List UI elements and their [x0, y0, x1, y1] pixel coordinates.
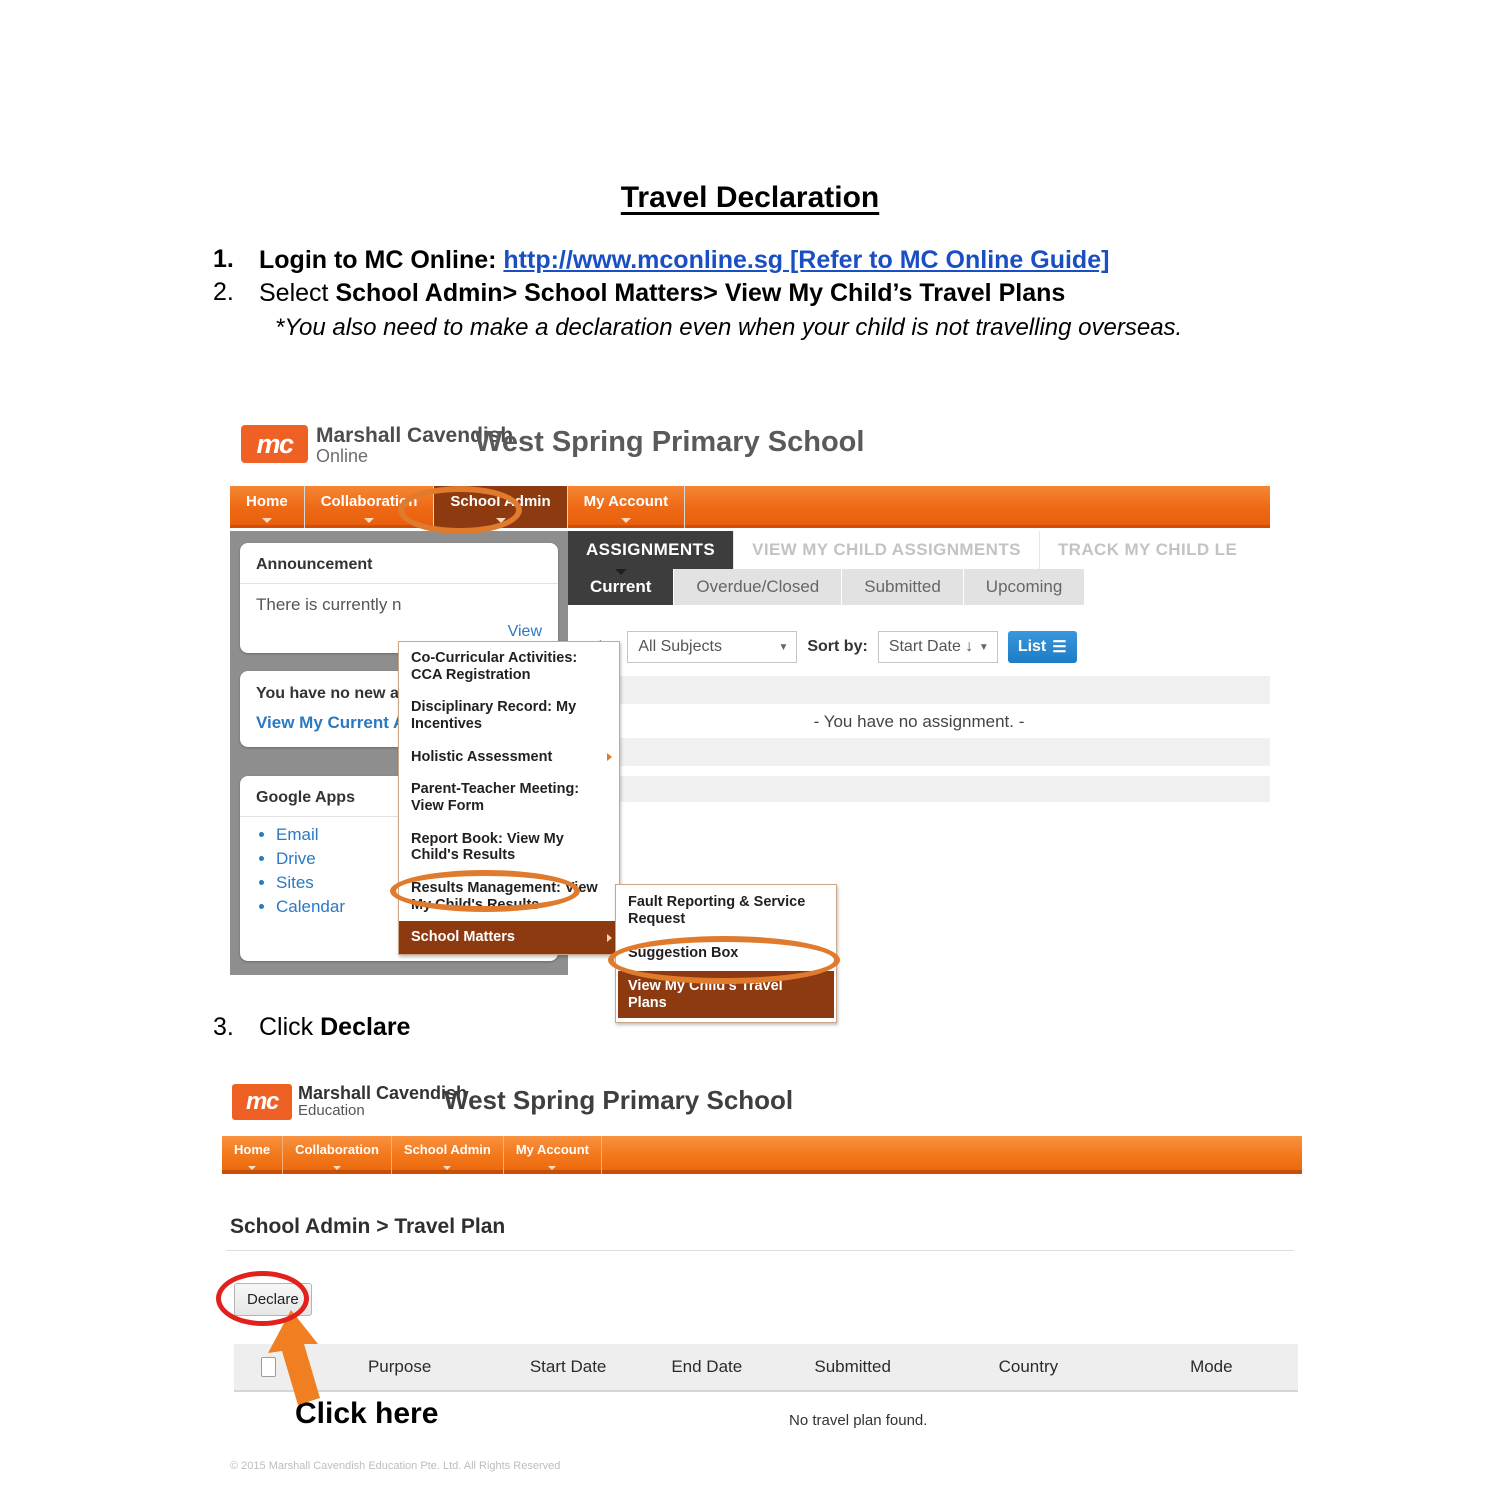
step-2-number: 2. — [213, 278, 234, 307]
submenu-item-fault-reporting[interactable]: Fault Reporting & Service Request — [616, 885, 836, 936]
assignment-subtabs: Current Overdue/Closed Submitted Upcomin… — [568, 569, 1270, 605]
column-header-start-date[interactable]: Start Date — [496, 1357, 640, 1377]
step-3-action: Declare — [320, 1013, 411, 1041]
school-matters-submenu: Fault Reporting & Service Request Sugges… — [615, 884, 837, 1024]
chevron-right-icon — [607, 753, 612, 762]
subtab-submitted[interactable]: Submitted — [842, 569, 964, 605]
submenu-item-view-travel-plans[interactable]: View My Child's Travel Plans — [618, 971, 834, 1019]
nav-item-school-admin[interactable]: School Admin — [392, 1136, 504, 1174]
portal-body: Announcement There is currently n View Y… — [230, 531, 1270, 1024]
tab-view-my-child-assignments[interactable]: VIEW MY CHILD ASSIGNMENTS — [733, 531, 1039, 569]
breadcrumb: School Admin > Travel Plan — [230, 1215, 506, 1238]
column-header-submitted[interactable]: Submitted — [773, 1357, 932, 1377]
subject-select[interactable]: All Subjects ▼ — [627, 631, 798, 663]
chevron-down-icon — [620, 518, 631, 523]
subtab-current[interactable]: Current — [568, 569, 675, 605]
step-1-label: Login to MC Online: — [259, 246, 497, 274]
assignment-tabs: ASSIGNMENTS VIEW MY CHILD ASSIGNMENTS TR… — [568, 531, 1270, 569]
mc-logo-icon: mc — [241, 425, 308, 463]
chevron-down-icon — [248, 1166, 257, 1170]
list-icon: ☰ — [1052, 639, 1067, 656]
menu-item-disciplinary-record[interactable]: Disciplinary Record: My Incentives — [399, 691, 619, 740]
step-1-number: 1. — [213, 245, 234, 273]
subtab-overdue-closed[interactable]: Overdue/Closed — [674, 569, 843, 605]
travel-header: mc Marshall Cavendish Education West Spr… — [222, 1078, 1302, 1136]
nav-item-collaboration[interactable]: Collaboration — [283, 1136, 392, 1174]
screenshot-travel-plan-page: mc Marshall Cavendish Education West Spr… — [222, 1078, 1302, 1498]
footer-copyright: © 2015 Marshall Cavendish Education Pte.… — [230, 1460, 561, 1472]
step-2-path: School Admin> School Matters> View My Ch… — [335, 279, 1066, 308]
step-2-note: *You also need to make a declaration eve… — [275, 313, 1183, 341]
nav-item-home[interactable]: Home — [222, 1136, 284, 1174]
menu-item-results-management[interactable]: Results Management: View My Child's Resu… — [399, 872, 619, 921]
step-2-prefix: Select — [259, 279, 336, 308]
mc-logo-icon: mc — [232, 1084, 292, 1120]
instruction-steps: 1. Login to MC Online: http://www.mconli… — [213, 245, 1323, 346]
submenu-item-suggestion-box[interactable]: Suggestion Box — [616, 936, 836, 971]
step-1: 1. Login to MC Online: http://www.mconli… — [213, 245, 1323, 276]
chevron-down-icon — [333, 1166, 342, 1170]
nav-item-my-account[interactable]: My Account — [504, 1136, 603, 1174]
pointer-arrow-icon — [268, 1310, 320, 1405]
table-stripe — [568, 738, 1270, 766]
empty-assignments-message: - You have no assignment. - — [568, 706, 1270, 738]
main-nav: Home Collaboration School Admin My Accou… — [222, 1136, 1302, 1174]
column-header-end-date[interactable]: End Date — [640, 1357, 773, 1377]
chevron-down-icon — [364, 518, 375, 523]
screenshot-mconline-portal: mc Marshall Cavendish Online West Spring… — [230, 418, 1270, 1024]
filter-bar: ects: All Subjects ▼ Sort by: Start Date… — [568, 621, 1270, 673]
travel-table-header: Purpose Start Date End Date Submitted Co… — [234, 1344, 1298, 1390]
sort-by-label: Sort by: — [807, 638, 868, 655]
chevron-right-icon — [607, 933, 612, 942]
nav-item-home[interactable]: Home — [230, 486, 305, 528]
menu-item-holistic-assessment[interactable]: Holistic Assessment — [399, 741, 619, 774]
column-header-country[interactable]: Country — [932, 1357, 1125, 1377]
column-header-mode[interactable]: Mode — [1125, 1357, 1298, 1377]
chevron-down-icon — [495, 518, 506, 523]
divider — [226, 1250, 1294, 1251]
chevron-down-icon: ▼ — [778, 641, 789, 653]
school-name: West Spring Primary School — [444, 1085, 794, 1115]
page-title: Travel Declaration — [620, 181, 880, 214]
tab-track-my-child-learning[interactable]: TRACK MY CHILD LE — [1038, 531, 1256, 569]
brand-name: Marshall Cavendish Education — [298, 1083, 468, 1120]
step-2: 2. Select School Admin> School Matters> … — [213, 278, 1323, 344]
tab-assignments[interactable]: ASSIGNMENTS — [568, 531, 734, 569]
chevron-down-icon: ▼ — [978, 641, 989, 653]
sort-select[interactable]: Start Date ↓ ▼ — [877, 631, 998, 663]
table-stripe — [568, 676, 1270, 704]
chevron-down-icon — [548, 1166, 557, 1170]
list-view-button[interactable]: List ☰ — [1007, 631, 1077, 663]
chevron-down-icon — [261, 518, 272, 523]
mconline-link[interactable]: http://www.mconline.sg [Refer to MC Onli… — [503, 246, 1109, 274]
portal-header: mc Marshall Cavendish Online West Spring… — [230, 418, 1270, 486]
subtab-upcoming[interactable]: Upcoming — [963, 569, 1086, 605]
nav-item-my-account[interactable]: My Account — [568, 486, 686, 528]
announcement-panel: Announcement There is currently n View — [240, 543, 558, 653]
divider — [234, 1390, 1298, 1392]
chevron-down-icon — [443, 1166, 452, 1170]
main-nav: Home Collaboration School Admin My Accou… — [230, 486, 1270, 528]
nav-item-school-admin[interactable]: School Admin — [434, 486, 568, 528]
nav-item-collaboration[interactable]: Collaboration — [305, 486, 435, 528]
menu-item-report-book[interactable]: Report Book: View My Child's Results — [399, 823, 619, 872]
menu-item-cca-registration[interactable]: Co-Curricular Activities: CCA Registrati… — [399, 642, 619, 691]
step-3-number: 3. — [213, 1013, 234, 1041]
menu-item-school-matters[interactable]: School Matters — [399, 921, 619, 955]
step-3-prefix: Click — [259, 1013, 321, 1041]
menu-item-parent-teacher-meeting[interactable]: Parent-Teacher Meeting: View Form — [399, 773, 619, 822]
school-name: West Spring Primary School — [475, 426, 865, 458]
table-stripe — [568, 776, 1270, 802]
empty-travel-message: No travel plan found. — [789, 1411, 928, 1429]
school-admin-dropdown: Co-Curricular Activities: CCA Registrati… — [398, 641, 620, 956]
